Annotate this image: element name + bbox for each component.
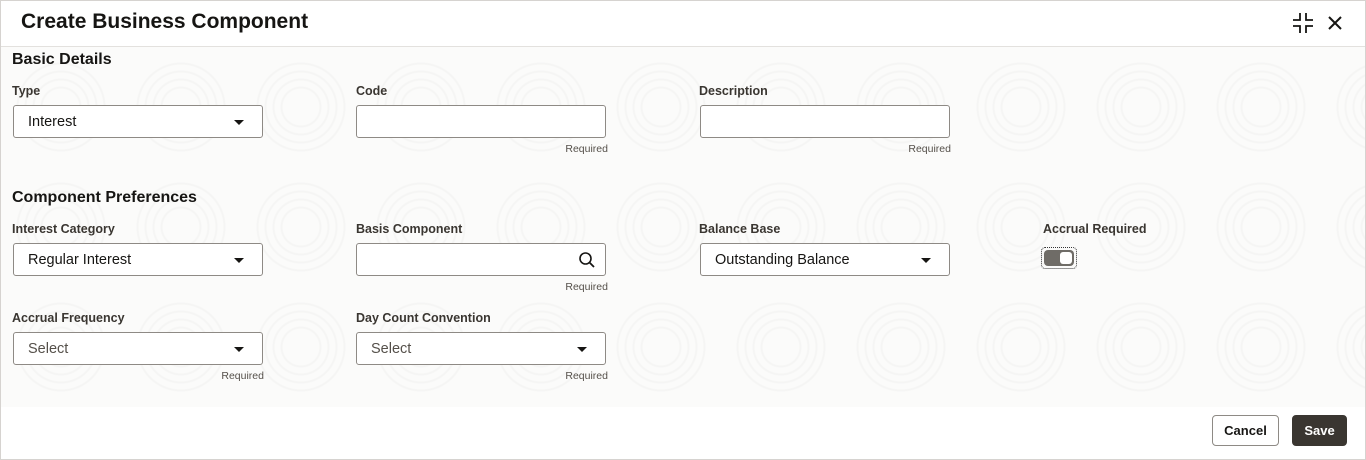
search-icon[interactable]	[578, 251, 596, 269]
code-label: Code	[356, 84, 388, 98]
chevron-down-icon	[234, 258, 244, 263]
toggle-knob	[1060, 252, 1072, 264]
save-button[interactable]: Save	[1292, 415, 1347, 446]
chevron-down-icon	[577, 347, 587, 352]
type-select[interactable]: Interest	[13, 105, 263, 138]
chevron-down-icon	[234, 347, 244, 352]
dialog-header: Create Business Component	[1, 1, 1365, 47]
description-input[interactable]	[700, 105, 950, 138]
accrual-frequency-select[interactable]: Select	[13, 332, 263, 365]
interest-category-label: Interest Category	[12, 222, 115, 236]
dialog-title: Create Business Component	[21, 10, 309, 33]
balance-base-label: Balance Base	[699, 222, 781, 236]
cancel-button[interactable]: Cancel	[1212, 415, 1279, 446]
day-count-convention-select[interactable]: Select	[356, 332, 606, 365]
accrual-required-toggle[interactable]	[1041, 247, 1077, 269]
day-count-convention-label: Day Count Convention	[356, 311, 491, 325]
balance-base-select[interactable]: Outstanding Balance	[700, 243, 950, 276]
description-required-hint: Required	[908, 143, 951, 155]
chevron-down-icon	[234, 120, 244, 125]
interest-category-value: Regular Interest	[28, 252, 132, 268]
interest-category-select[interactable]: Regular Interest	[13, 243, 263, 276]
basis-component-input[interactable]	[356, 243, 606, 276]
type-label: Type	[12, 84, 41, 98]
code-required-hint: Required	[565, 143, 608, 155]
accrual-frequency-required-hint: Required	[221, 370, 264, 382]
balance-base-value: Outstanding Balance	[715, 252, 850, 268]
accrual-frequency-label: Accrual Frequency	[12, 311, 125, 325]
day-count-convention-required-hint: Required	[565, 370, 608, 382]
accrual-frequency-value: Select	[28, 341, 69, 357]
close-icon[interactable]	[1323, 11, 1347, 35]
code-input[interactable]	[356, 105, 606, 138]
accrual-required-label: Accrual Required	[1043, 222, 1147, 236]
chevron-down-icon	[921, 258, 931, 263]
create-business-component-dialog: Create Business Component Basic Details …	[0, 0, 1366, 460]
toggle-track	[1044, 250, 1074, 266]
basic-details-heading: Basic Details	[12, 51, 112, 68]
basis-component-label: Basis Component	[356, 222, 463, 236]
component-preferences-heading: Component Preferences	[12, 189, 197, 206]
day-count-convention-value: Select	[371, 341, 412, 357]
basis-component-required-hint: Required	[565, 281, 608, 293]
description-label: Description	[699, 84, 768, 98]
type-value: Interest	[28, 114, 77, 130]
collapse-icon[interactable]	[1291, 11, 1315, 35]
